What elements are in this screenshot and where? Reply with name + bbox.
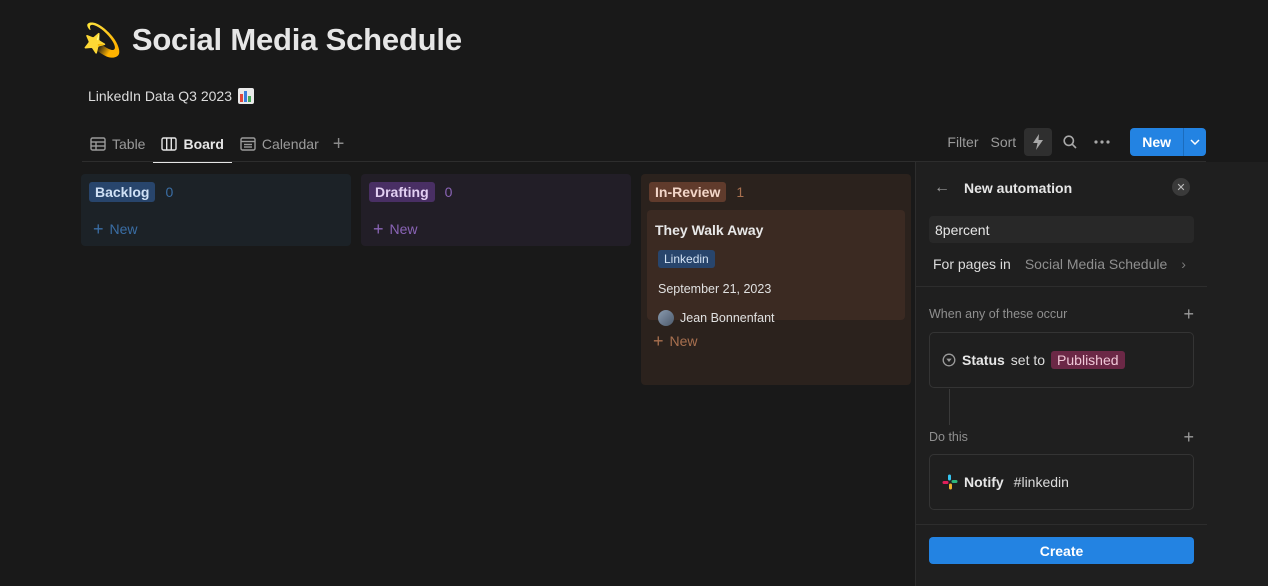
status-badge: Published <box>1051 351 1125 369</box>
column-new-button[interactable]: + New <box>81 214 351 244</box>
page-header: 💫 Social Media Schedule <box>82 18 462 62</box>
card-assignee: Jean Bonnenfant <box>658 310 897 326</box>
action-channel: #linkedin <box>1013 474 1069 490</box>
more-options-button[interactable] <box>1088 128 1116 156</box>
board-column-drafting: Drafting 0 + New <box>361 174 631 246</box>
create-button[interactable]: Create <box>929 537 1194 564</box>
view-tabs: Table Board Calendar + <box>82 126 351 163</box>
trigger-section-label: When any of these occur <box>929 307 1068 321</box>
plus-icon: + <box>373 218 384 239</box>
trigger-operator: set to <box>1010 352 1046 368</box>
page-emoji-icon[interactable]: 💫 <box>82 24 122 56</box>
platform-tag: Linkedin <box>658 250 715 268</box>
tab-table[interactable]: Table <box>82 126 153 162</box>
scope-label: For pages in <box>933 256 1011 272</box>
automation-panel: ← New automation ✕ For pages in Social M… <box>915 162 1268 586</box>
status-icon <box>942 353 956 367</box>
trigger-property: Status <box>962 352 1005 368</box>
avatar <box>658 310 674 326</box>
column-count: 0 <box>165 184 174 200</box>
column-count: 0 <box>444 184 453 200</box>
status-tag[interactable]: In-Review <box>649 182 727 202</box>
chevron-down-icon <box>1190 139 1200 145</box>
column-new-button[interactable]: + New <box>361 214 631 244</box>
automation-name-input[interactable] <box>929 216 1194 243</box>
column-header: Drafting 0 <box>361 174 631 202</box>
action-box[interactable]: Notify #linkedin <box>929 454 1194 510</box>
scope-selector[interactable]: For pages in Social Media Schedule › <box>933 256 1186 272</box>
view-toolbar: Filter Sort New <box>943 128 1206 156</box>
plus-icon: + <box>93 218 104 239</box>
back-arrow-icon[interactable]: ← <box>934 179 950 197</box>
column-count: 1 <box>736 184 745 200</box>
sort-button[interactable]: Sort <box>987 130 1021 154</box>
trigger-section-header: When any of these occur + <box>929 304 1194 324</box>
action-section-label: Do this <box>929 430 968 444</box>
panel-title: New automation <box>964 180 1073 196</box>
tab-board[interactable]: Board <box>153 126 233 163</box>
new-label: New <box>389 221 418 237</box>
plus-icon: + <box>653 330 664 351</box>
column-header: In-Review 1 <box>641 174 911 202</box>
tab-label: Table <box>112 136 146 152</box>
chevron-right-icon: › <box>1181 256 1186 272</box>
divider <box>916 524 1207 525</box>
board-icon <box>161 137 178 151</box>
card-title: They Walk Away <box>655 222 764 238</box>
board-column-backlog: Backlog 0 + New <box>81 174 351 246</box>
action-verb: Notify <box>964 474 1004 490</box>
divider <box>916 286 1207 287</box>
status-tag[interactable]: Drafting <box>369 182 435 202</box>
page-subtitle: LinkedIn Data Q3 2023 <box>88 88 232 104</box>
new-label: New <box>669 333 698 349</box>
bar-chart-icon <box>238 88 254 104</box>
new-label: New <box>109 221 138 237</box>
more-icon <box>1094 140 1110 144</box>
connector-line <box>949 389 950 425</box>
close-icon[interactable]: ✕ <box>1172 178 1190 196</box>
slack-icon <box>942 474 958 490</box>
page-description[interactable]: LinkedIn Data Q3 2023 <box>88 86 254 106</box>
lightning-icon <box>1033 134 1044 150</box>
add-action-icon[interactable]: + <box>1183 427 1194 448</box>
page-title[interactable]: Social Media Schedule <box>132 22 462 58</box>
search-button[interactable] <box>1056 128 1084 156</box>
column-header: Backlog 0 <box>81 174 351 202</box>
assignee-name: Jean Bonnenfant <box>680 311 775 325</box>
automation-button[interactable] <box>1024 128 1053 156</box>
tab-calendar[interactable]: Calendar <box>232 126 327 162</box>
add-view-icon[interactable]: + <box>327 126 351 162</box>
action-section-header: Do this + <box>929 427 1194 447</box>
status-tag[interactable]: Backlog <box>89 182 156 202</box>
board-card[interactable]: They Walk Away Linkedin September 21, 20… <box>647 210 905 326</box>
tab-label: Board <box>183 136 224 152</box>
card-date: September 21, 2023 <box>658 282 772 296</box>
panel-header: ← New automation <box>934 178 1192 198</box>
filter-button[interactable]: Filter <box>943 130 982 154</box>
new-button[interactable]: New <box>1130 128 1183 156</box>
new-dropdown-button[interactable] <box>1183 128 1206 156</box>
search-icon <box>1063 135 1077 149</box>
new-button-group: New <box>1130 128 1206 156</box>
scope-value: Social Media Schedule <box>1024 256 1168 272</box>
trigger-box[interactable]: Status set to Published <box>929 332 1194 388</box>
tab-label: Calendar <box>261 136 319 152</box>
calendar-icon <box>240 137 256 151</box>
add-trigger-icon[interactable]: + <box>1183 304 1194 325</box>
table-icon <box>90 137 106 151</box>
board-column-in-review: In-Review 1 They Walk Away Linkedin Sept… <box>641 174 911 385</box>
column-new-button[interactable]: + New <box>641 326 911 356</box>
